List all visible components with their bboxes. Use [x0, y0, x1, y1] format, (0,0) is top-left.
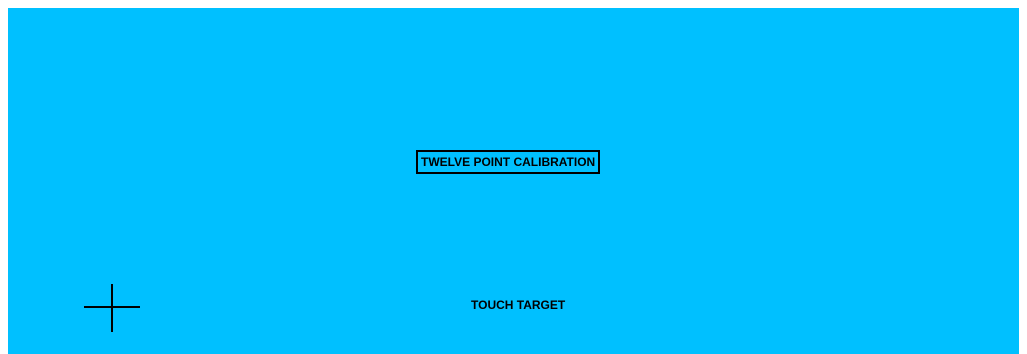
calibration-screen: TWELVE POINT CALIBRATION TOUCH TARGET	[8, 8, 1019, 354]
crosshair-icon[interactable]	[84, 284, 140, 332]
touch-target-instruction: TOUCH TARGET	[471, 298, 566, 312]
calibration-title: TWELVE POINT CALIBRATION	[416, 150, 601, 174]
crosshair-vertical-line	[111, 284, 113, 332]
